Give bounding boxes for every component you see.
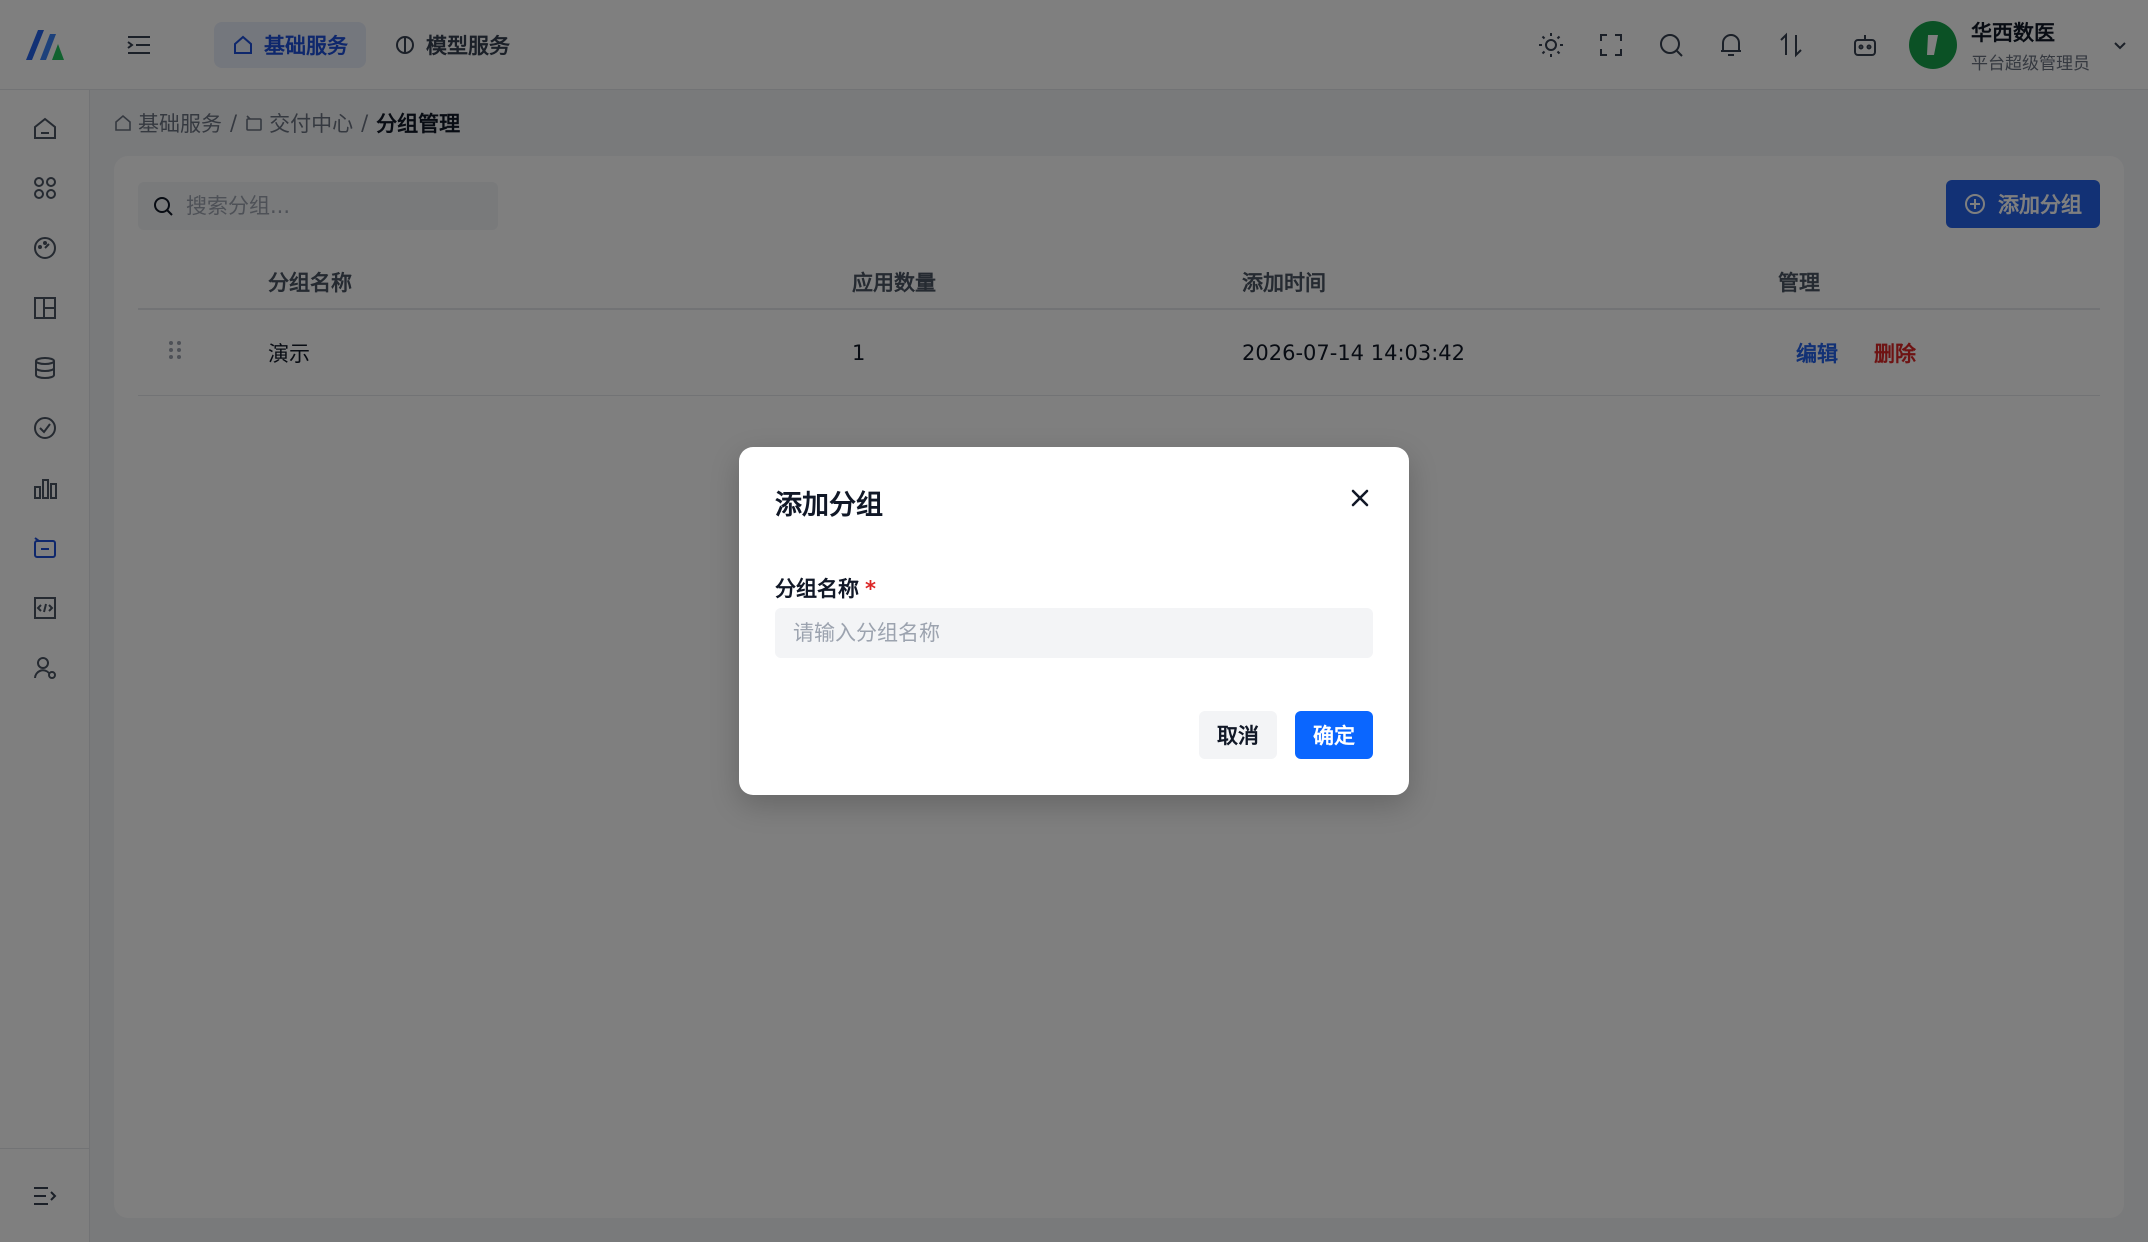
group-name-input[interactable] [775,608,1373,658]
confirm-button[interactable]: 确定 [1295,711,1373,759]
close-button[interactable] [1347,485,1373,511]
group-name-label-text: 分组名称 [775,577,859,601]
dialog-title: 添加分组 [775,490,883,521]
cancel-button[interactable]: 取消 [1199,711,1277,759]
group-name-label: 分组名称 * [775,573,876,603]
add-group-dialog: 添加分组 分组名称* 取消 确定 [739,447,1409,795]
close-icon [1351,489,1369,507]
app-root: 基础服务 模型服务 [0,0,2148,1242]
required-mark: * [865,577,876,601]
